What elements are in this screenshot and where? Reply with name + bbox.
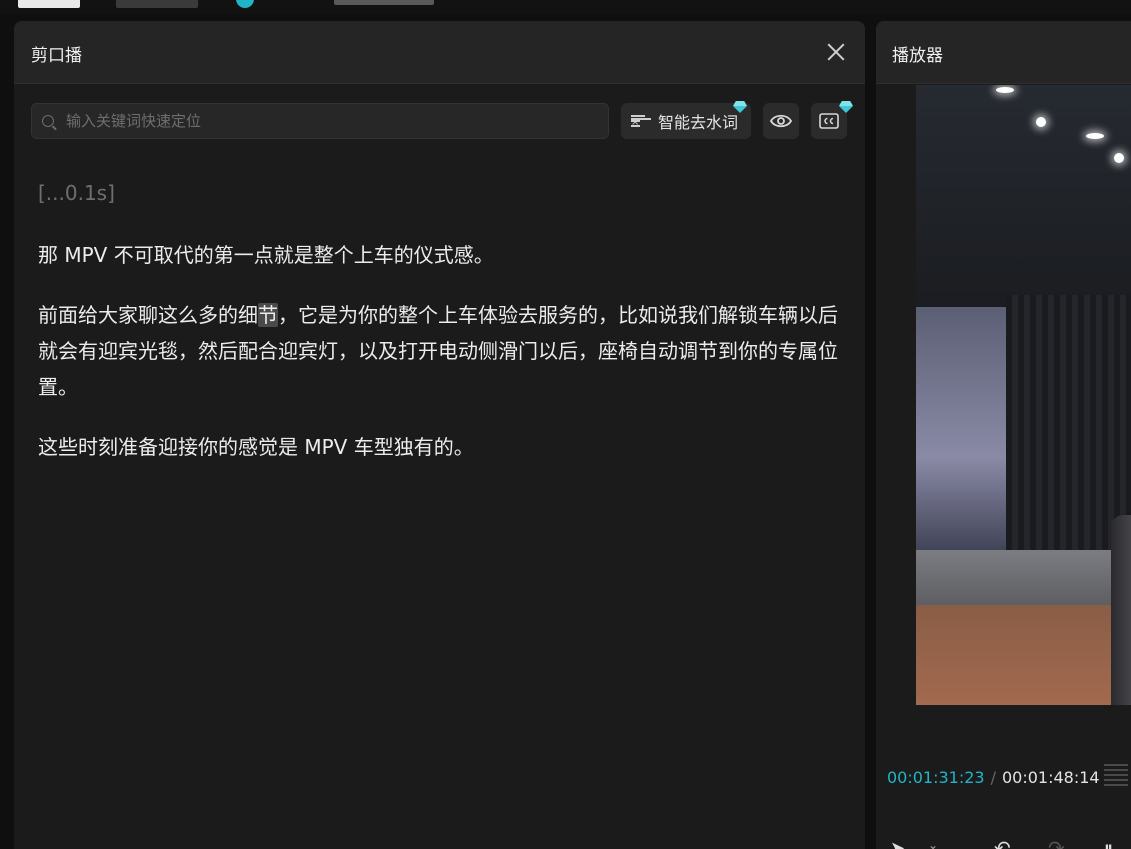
ceiling-light [996,87,1014,93]
transcript-paragraph[interactable]: 那 MPV 不可取代的第一点就是整个上车的仪式感。 [38,237,848,273]
search-input[interactable] [66,112,586,130]
player-title: 播放器 [892,46,943,66]
pause-icon[interactable]: ⏸ [1104,838,1113,849]
ceiling-light [1086,133,1104,139]
search-icon [42,115,54,127]
oral-cut-panel: 剪口播 × 智能去水词 [14,21,865,849]
cc-icon [819,113,839,129]
transcript-paragraph[interactable]: 前面给大家聊这么多的细节，它是为你的整个上车体验去服务的，比如说我们解锁车辆以后… [38,297,848,405]
app-logo [18,0,80,8]
video-ceiling [916,85,1131,315]
video-preview[interactable] [916,85,1131,705]
video-stage [916,550,1131,610]
time-separator: / [990,768,996,787]
top-tab[interactable] [116,0,198,8]
timecode: 00:01:31:23 / 00:01:48:14 [887,768,1100,787]
search-box[interactable] [31,103,609,139]
select-cursor-icon[interactable]: ➤ [890,838,905,849]
chevron-down-icon[interactable]: ⌄ [928,838,938,849]
transcript-paragraph[interactable]: 这些时刻准备迎接你的感觉是 MPV 车型独有的。 [38,429,848,465]
undo-icon[interactable]: ↶ [994,836,1011,849]
player-header: 播放器 [876,21,1131,84]
video-car [1111,515,1131,705]
transcript-toolbar: × 智能去水词 [14,103,865,139]
status-dot-icon [236,0,254,8]
top-tab-2[interactable] [334,0,434,5]
player-controls: ➤ ⌄ ↶ ↷ ⏸ [876,826,1131,849]
captions-button[interactable] [811,103,847,139]
panel-title: 剪口播 [31,46,82,66]
current-time: 00:01:31:23 [887,768,985,787]
total-time: 00:01:48:14 [1002,768,1100,787]
remove-filler-label: 智能去水词 [658,113,739,132]
video-backdrop-wall [916,307,1006,557]
filler-remove-icon: × [631,114,651,128]
preview-toggle-button[interactable] [763,103,799,139]
vip-gem-icon [839,101,853,113]
video-floor [916,605,1131,705]
eye-icon [770,114,792,128]
redo-icon[interactable]: ↷ [1048,836,1065,849]
ceiling-light [1114,153,1124,163]
waveform-icon[interactable] [1104,764,1128,786]
vip-gem-icon [733,101,747,113]
ceiling-light [1036,117,1046,127]
transcript-body: [...0.1s] 那 MPV 不可取代的第一点就是整个上车的仪式感。 前面给大… [38,181,848,489]
player-panel: 播放器 00:01:31:23 / 00:01:48:14 ➤ ⌄ ↶ ↷ ⏸ [876,21,1131,849]
transcript-text[interactable]: 前面给大家聊这么多的细 [38,303,258,327]
highlighted-word[interactable]: 节 [258,303,278,327]
remove-filler-words-button[interactable]: × 智能去水词 [621,103,751,139]
close-icon[interactable] [827,43,845,61]
silence-marker[interactable]: [...0.1s] [38,181,848,205]
app-top-bar [0,0,1131,14]
panel-header: 剪口播 [14,21,865,84]
